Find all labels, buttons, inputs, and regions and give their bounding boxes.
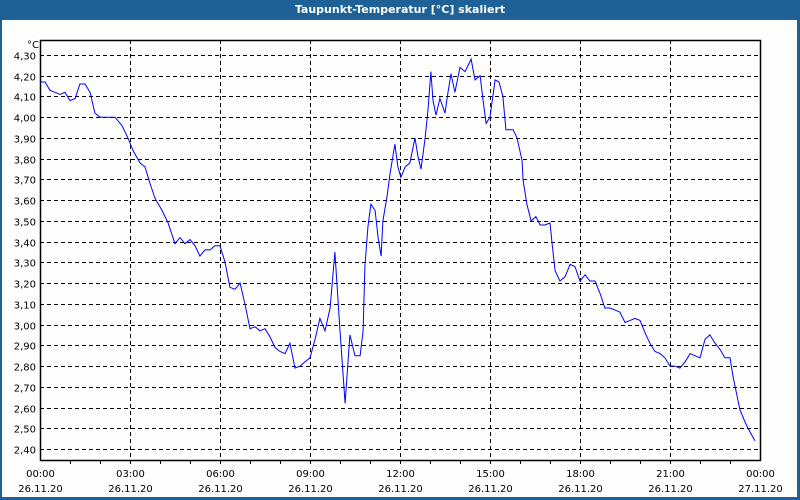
y-tick-label: 4,00 — [14, 114, 36, 125]
y-tick-label: 2,90 — [14, 342, 36, 353]
x-tick-time-label: 21:00 — [656, 469, 685, 480]
y-tick-label: 3,90 — [14, 135, 36, 146]
x-tick-time-label: 15:00 — [476, 469, 505, 480]
x-tick-date-label: 26.11.20 — [648, 484, 693, 495]
x-tick-date-label: 26.11.20 — [288, 484, 333, 495]
x-tick-time-label: 09:00 — [296, 469, 325, 480]
series-line-taupunkt — [40, 57, 756, 441]
x-tick-date-label: 26.11.20 — [468, 484, 513, 495]
y-tick-label: 4,20 — [14, 73, 36, 84]
y-tick-label: 4,30 — [14, 52, 36, 63]
grid — [40, 40, 760, 460]
x-tick-time-label: 00:00 — [26, 469, 55, 480]
x-tick-time-label: 12:00 — [386, 469, 415, 480]
x-tick-date-label: 26.11.20 — [18, 484, 63, 495]
x-tick-date-label: 26.11.20 — [198, 484, 243, 495]
x-tick-time-label: 06:00 — [206, 469, 235, 480]
y-tick-label: 4,10 — [14, 93, 36, 104]
line-chart: 4,30 4,20 4,10 4,00 3,90 3,80 3,70 3,60 3,50 3,40… — [14, 39, 783, 495]
y-tick-label: 3,70 — [14, 176, 36, 187]
x-tick-time-label: 18:00 — [566, 469, 595, 480]
x-tick-time-label: 00:00 — [746, 469, 775, 480]
y-tick-label: 3,50 — [14, 218, 36, 229]
y-axis-unit-label: °C — [27, 40, 39, 51]
y-tick-label: 3,00 — [14, 322, 36, 333]
y-tick-label: 2,60 — [14, 405, 36, 416]
y-tick-label: 2,40 — [14, 446, 36, 457]
y-tick-label: 3,20 — [14, 280, 36, 291]
y-tick-label: 3,40 — [14, 239, 36, 250]
y-tick-label: 3,80 — [14, 156, 36, 167]
x-tick-date-label: 26.11.20 — [378, 484, 423, 495]
y-tick-label: 3,30 — [14, 259, 36, 270]
series — [40, 57, 756, 441]
y-tick-label: 3,10 — [14, 301, 36, 312]
x-tick-date-label: 26.11.20 — [558, 484, 603, 495]
x-tick-time-label: 03:00 — [116, 469, 145, 480]
x-tick-date-label: 26.11.20 — [108, 484, 153, 495]
y-tick-label: 2,70 — [14, 384, 36, 395]
y-tick-label: 2,80 — [14, 363, 36, 374]
y-tick-label: 2,50 — [14, 425, 36, 436]
y-tick-label: 3,60 — [14, 197, 36, 208]
x-tick-date-label: 27.11.20 — [738, 484, 783, 495]
